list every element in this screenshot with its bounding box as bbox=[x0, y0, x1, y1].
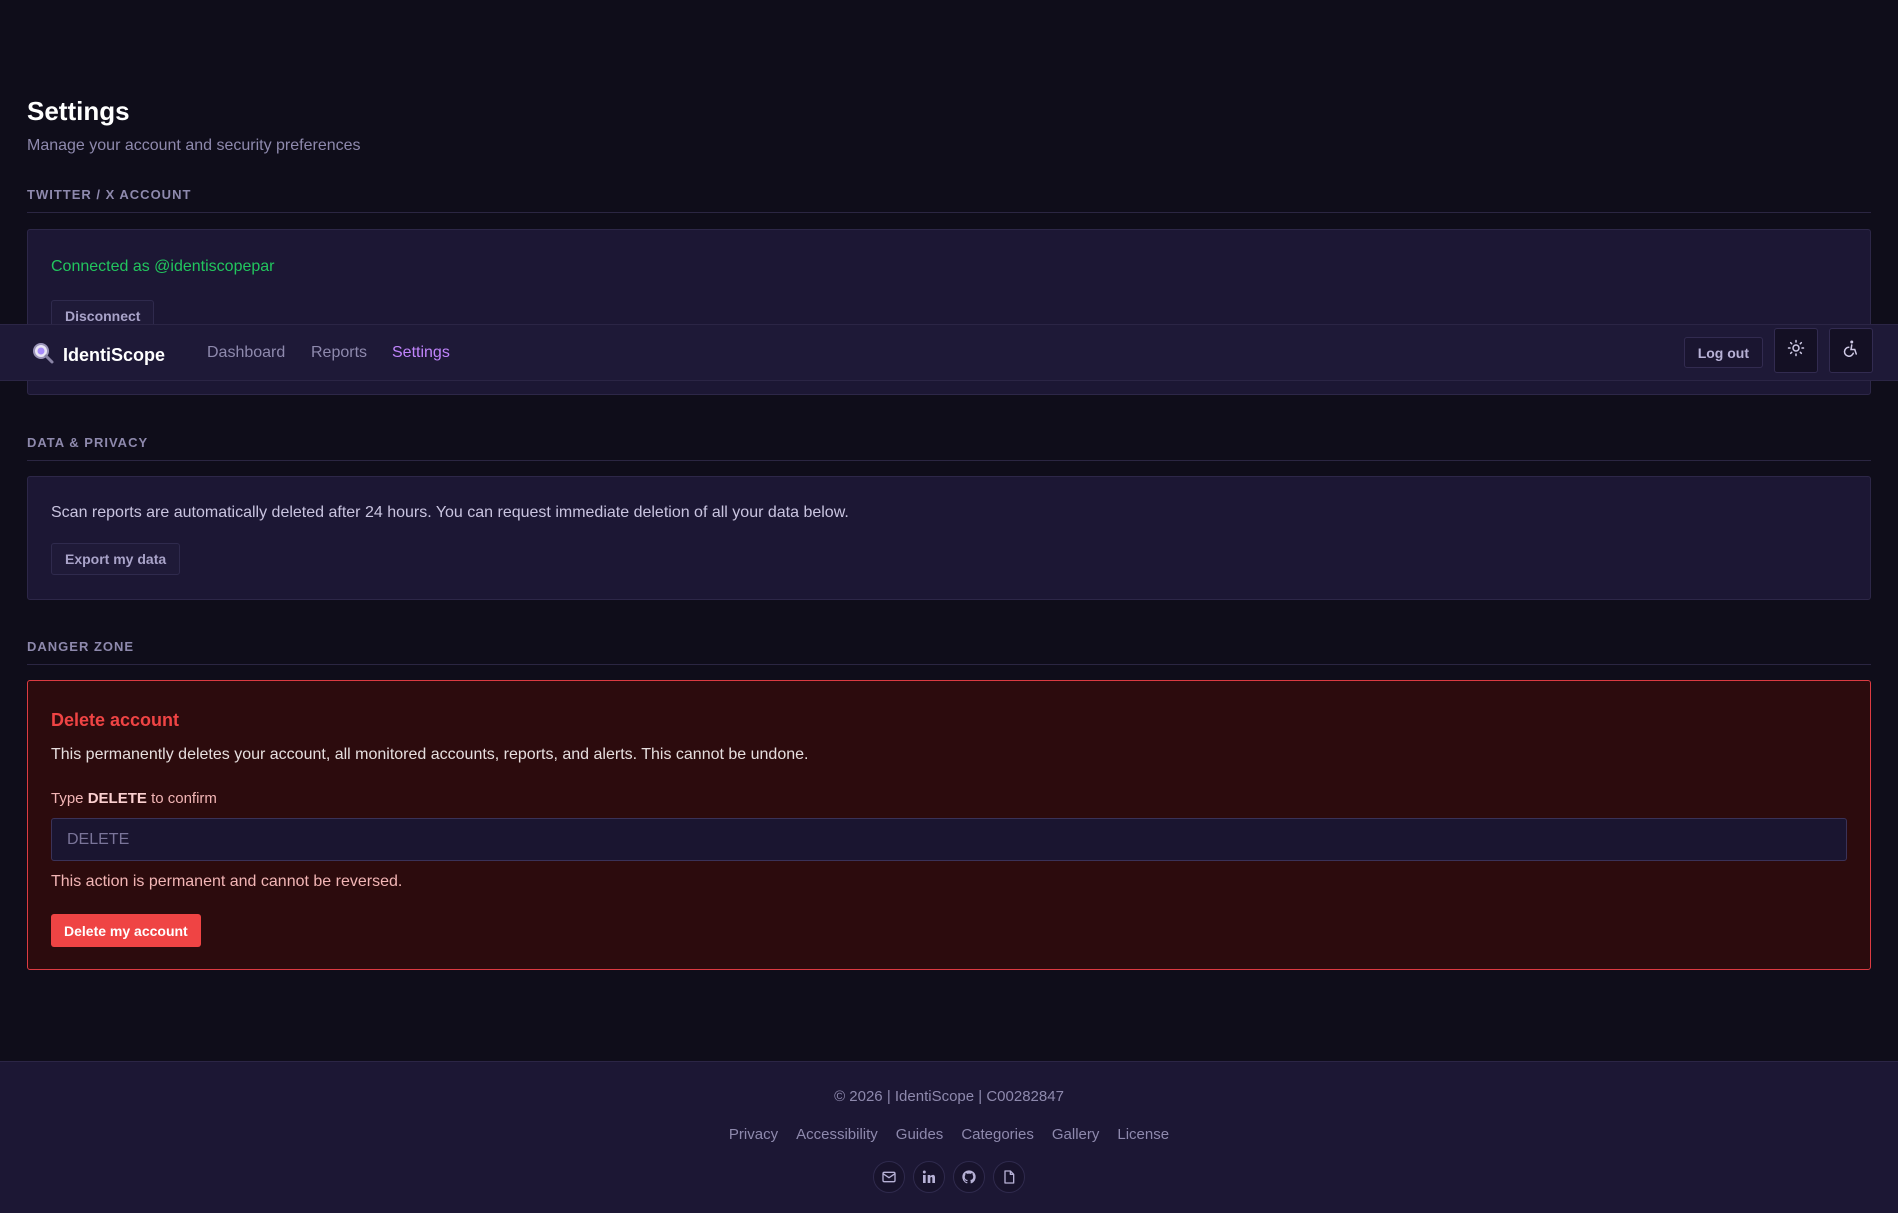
nav-reports[interactable]: Reports bbox=[311, 344, 367, 362]
confirm-label-prefix: Type bbox=[51, 790, 84, 807]
connected-status: Connected as @identiscopepar bbox=[51, 258, 275, 275]
footer-social-icons bbox=[0, 1161, 1898, 1193]
sun-icon bbox=[1787, 339, 1805, 362]
linkedin-icon[interactable] bbox=[913, 1161, 945, 1193]
logout-button[interactable]: Log out bbox=[1683, 337, 1763, 368]
copyright: © 2026 | IdentiScope | C00282847 bbox=[834, 1088, 1064, 1105]
footer-link-guides[interactable]: Guides bbox=[896, 1126, 944, 1143]
delete-confirm-input[interactable] bbox=[51, 818, 1847, 861]
privacy-section-heading: DATA & PRIVACY bbox=[27, 435, 1871, 461]
page-subtitle: Manage your account and security prefere… bbox=[27, 137, 361, 154]
brand-name: IdentiScope bbox=[63, 345, 166, 365]
nav-settings[interactable]: Settings bbox=[392, 344, 450, 362]
delete-warning: This action is permanent and cannot be r… bbox=[51, 873, 403, 890]
accessibility-icon bbox=[1842, 339, 1860, 362]
delete-account-button[interactable]: Delete my account bbox=[51, 914, 201, 947]
delete-account-description: This permanently deletes your account, a… bbox=[51, 746, 809, 763]
footer-links: Privacy Accessibility Guides Categories … bbox=[0, 1126, 1898, 1143]
brand[interactable]: IdentiScope bbox=[31, 341, 165, 370]
export-data-button[interactable]: Export my data bbox=[51, 543, 181, 575]
confirm-keyword: DELETE bbox=[87, 790, 147, 807]
navbar: IdentiScope Dashboard Reports Settings L… bbox=[0, 324, 1898, 381]
document-icon[interactable] bbox=[993, 1161, 1025, 1193]
footer: © 2026 | IdentiScope | C00282847 Privacy… bbox=[0, 1061, 1898, 1213]
footer-link-privacy[interactable]: Privacy bbox=[729, 1126, 778, 1143]
theme-toggle-button[interactable] bbox=[1774, 328, 1818, 373]
twitter-section-heading: TWITTER / X ACCOUNT bbox=[27, 187, 1871, 213]
mail-icon[interactable] bbox=[873, 1161, 905, 1193]
accessibility-button[interactable] bbox=[1829, 328, 1873, 373]
github-icon[interactable] bbox=[953, 1161, 985, 1193]
danger-section-heading: DANGER ZONE bbox=[27, 639, 1871, 665]
privacy-text: Scan reports are automatically deleted a… bbox=[51, 504, 849, 521]
delete-account-title: Delete account bbox=[51, 710, 180, 730]
footer-link-accessibility[interactable]: Accessibility bbox=[796, 1126, 878, 1143]
confirm-label-suffix: to confirm bbox=[151, 790, 217, 807]
footer-link-license[interactable]: License bbox=[1117, 1126, 1169, 1143]
privacy-card: Scan reports are automatically deleted a… bbox=[27, 476, 1871, 600]
page-title: Settings bbox=[27, 96, 130, 126]
nav-dashboard[interactable]: Dashboard bbox=[207, 344, 285, 362]
footer-link-gallery[interactable]: Gallery bbox=[1052, 1126, 1100, 1143]
danger-card: Delete account This permanently deletes … bbox=[27, 680, 1871, 970]
confirm-label: Type DELETE to confirm bbox=[51, 790, 217, 807]
magnifier-logo-icon bbox=[31, 341, 55, 370]
footer-link-categories[interactable]: Categories bbox=[961, 1126, 1034, 1143]
